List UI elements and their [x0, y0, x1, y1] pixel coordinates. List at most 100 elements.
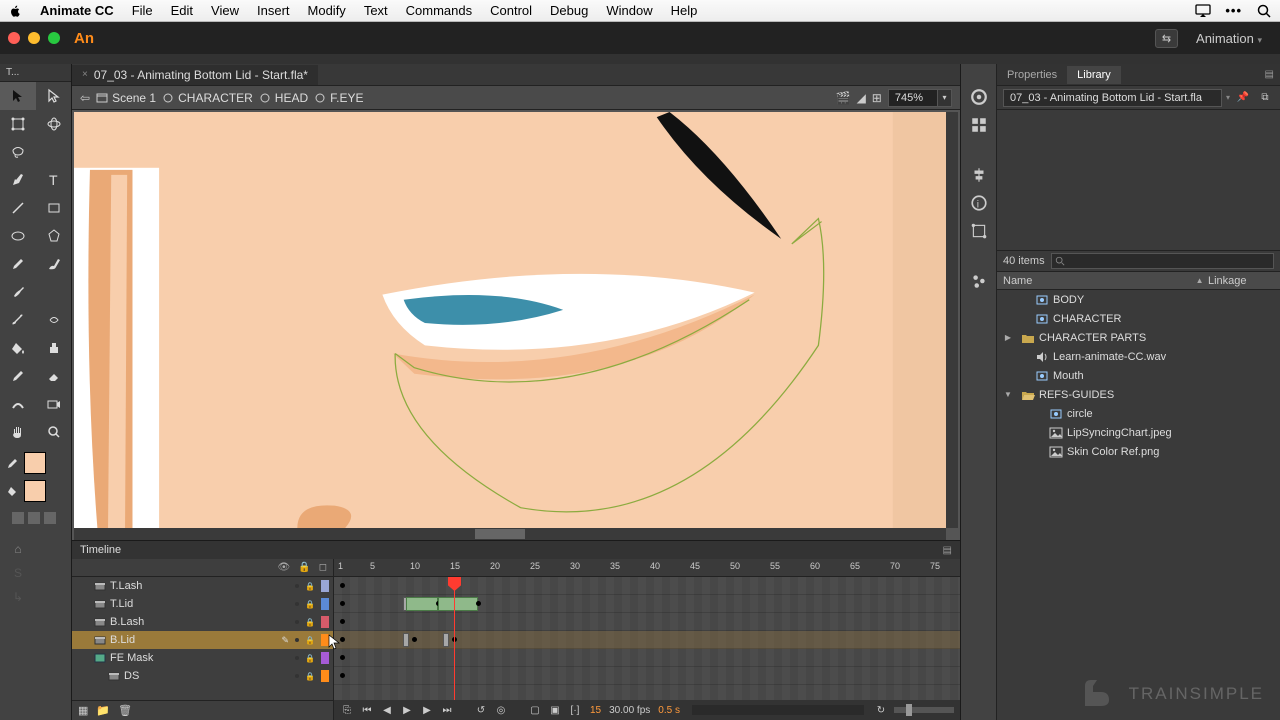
menu-control[interactable]: Control [490, 3, 532, 18]
keyframe[interactable] [476, 601, 481, 606]
library-tab[interactable]: Library [1067, 66, 1121, 84]
stroke-color[interactable] [6, 452, 65, 474]
play-button[interactable]: ▶ [400, 703, 414, 717]
keyframe[interactable] [340, 601, 345, 606]
line-tool[interactable] [0, 194, 36, 222]
library-linkage-column[interactable]: Linkage [1208, 275, 1280, 287]
layer-outline-color[interactable] [321, 670, 329, 682]
current-frame[interactable]: 15 [588, 705, 603, 716]
layer-visibility-toggle[interactable] [295, 656, 299, 660]
blank-keyframe[interactable] [443, 633, 449, 647]
blank-keyframe[interactable] [403, 633, 409, 647]
step-forward-button[interactable]: ▶ [420, 703, 434, 717]
layer-lock-toggle[interactable]: 🔒 [305, 672, 315, 681]
menu-help[interactable]: Help [671, 3, 698, 18]
layer-row[interactable]: T.Lash 🔒 [72, 577, 333, 595]
lock-column-icon[interactable]: 🔒 [298, 562, 310, 573]
frame-track[interactable] [334, 649, 960, 667]
pin-library-button[interactable]: 📌 [1234, 89, 1252, 107]
no-color[interactable] [28, 512, 40, 524]
clapper-icon[interactable]: 🎬 [836, 91, 851, 105]
layer-lock-toggle[interactable]: 🔒 [305, 654, 315, 663]
tween-span[interactable] [406, 597, 438, 611]
swatches-panel-icon[interactable] [970, 116, 988, 134]
new-library-panel-button[interactable]: ⧉ [1256, 89, 1274, 107]
paint-brush-tool[interactable] [36, 250, 72, 278]
visibility-column-icon[interactable]: 👁 [278, 562, 291, 573]
screen-mirror-icon[interactable] [1195, 3, 1211, 19]
pen-tool[interactable] [0, 166, 36, 194]
frame-tracks[interactable] [334, 577, 960, 700]
keyframe[interactable] [340, 619, 345, 624]
library-item[interactable]: ▼REFS-GUIDES [997, 385, 1280, 404]
step-back-button[interactable]: ◀ [380, 703, 394, 717]
layer-visibility-toggle[interactable] [295, 602, 299, 606]
properties-tab[interactable]: Properties [997, 66, 1067, 84]
layer-row[interactable]: T.Lid 🔒 [72, 595, 333, 613]
zoom-input[interactable]: 745% [888, 89, 938, 107]
timeline-options-icon[interactable]: ▤ [943, 545, 952, 556]
stage-vertical-scrollbar[interactable] [946, 112, 958, 528]
color-panel-icon[interactable] [970, 88, 988, 106]
layer-outline-color[interactable] [321, 580, 329, 592]
layer-outline-color[interactable] [321, 634, 329, 646]
hand-tool[interactable] [0, 418, 36, 446]
crumb-head[interactable]: HEAD [259, 91, 308, 105]
library-item[interactable]: LipSyncingChart.jpeg [997, 423, 1280, 442]
crumb-character[interactable]: CHARACTER [162, 91, 253, 105]
bone-tool[interactable] [0, 306, 36, 334]
library-item[interactable]: ▶CHARACTER PARTS [997, 328, 1280, 347]
layer-row[interactable]: DS 🔒 [72, 667, 333, 685]
black-white-swap[interactable] [12, 512, 24, 524]
rectangle-tool[interactable] [36, 194, 72, 222]
library-search-input[interactable] [1051, 253, 1274, 269]
layer-visibility-toggle[interactable] [295, 620, 299, 624]
minimize-window-button[interactable] [28, 32, 40, 44]
layer-visibility-toggle[interactable] [295, 674, 299, 678]
ink-bottle-tool[interactable] [36, 334, 72, 362]
paint-bucket-tool[interactable] [0, 334, 36, 362]
timeline-scrollbar[interactable] [692, 705, 864, 715]
keyframe[interactable] [340, 637, 345, 642]
eyedropper-tool[interactable] [0, 362, 36, 390]
onion-skin-button[interactable]: ◎ [494, 703, 508, 717]
smooth-icon[interactable]: S [14, 566, 22, 580]
library-document-select[interactable]: 07_03 - Animating Bottom Lid - Start.fla [1003, 89, 1222, 107]
playhead[interactable] [454, 577, 455, 700]
frame-track[interactable] [334, 577, 960, 595]
goto-last-button[interactable]: ⏭ [440, 703, 454, 717]
zoom-timeline-reset[interactable]: ↻ [874, 703, 888, 717]
menu-commands[interactable]: Commands [406, 3, 472, 18]
tween-span[interactable] [438, 597, 478, 611]
layer-row[interactable]: B.Lid ✎ 🔒 [72, 631, 333, 649]
loop-button[interactable]: ↺ [474, 703, 488, 717]
library-item[interactable]: circle [997, 404, 1280, 423]
free-transform-tool[interactable] [0, 110, 36, 138]
center-frame-button[interactable]: ⎘ [340, 703, 354, 717]
stage[interactable] [74, 112, 946, 528]
delete-layer-button[interactable]: 🗑 [118, 704, 132, 717]
3d-rotation-tool[interactable] [36, 110, 72, 138]
layer-lock-toggle[interactable]: 🔒 [305, 600, 315, 609]
workspace-switcher[interactable]: Animation ▾ [1186, 27, 1272, 50]
menu-view[interactable]: View [211, 3, 239, 18]
menu-window[interactable]: Window [606, 3, 652, 18]
menu-edit[interactable]: Edit [171, 3, 193, 18]
stage-horizontal-scrollbar[interactable] [74, 528, 946, 540]
menu-file[interactable]: File [132, 3, 153, 18]
layer-lock-toggle[interactable]: 🔒 [305, 636, 315, 645]
layer-outline-color[interactable] [321, 598, 329, 610]
edit-multiple-button[interactable]: ▣ [548, 703, 562, 717]
oval-tool[interactable] [0, 222, 36, 250]
camera-tool[interactable] [36, 390, 72, 418]
width-tool[interactable] [0, 390, 36, 418]
zoom-tool[interactable] [36, 418, 72, 446]
selection-tool[interactable] [0, 82, 36, 110]
info-panel-icon[interactable]: i [970, 194, 988, 212]
brush-tool[interactable] [0, 278, 36, 306]
panel-options-icon[interactable]: ▤ [1265, 69, 1280, 80]
onion-outlines-button[interactable]: ▢ [528, 703, 542, 717]
fill-color[interactable] [6, 480, 65, 502]
library-item[interactable]: Skin Color Ref.png [997, 442, 1280, 461]
swap-colors[interactable] [44, 512, 56, 524]
